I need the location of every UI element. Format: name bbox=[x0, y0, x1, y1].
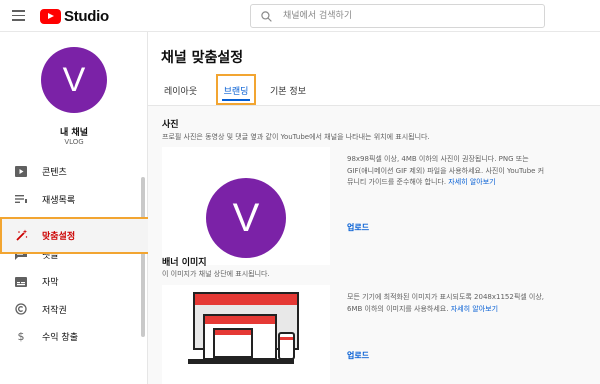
sidebar-item-copyright[interactable]: 저작권 bbox=[0, 296, 148, 324]
banner-preview bbox=[162, 285, 330, 384]
channel-subtitle: VLOG bbox=[64, 138, 84, 146]
channel-name: 내 채널 bbox=[60, 128, 88, 138]
banner-section-title: 배너 이미지 bbox=[162, 258, 207, 268]
logo-text: Studio bbox=[64, 7, 109, 25]
main-content: 채널 맞춤설정 레이아웃 브랜딩 기본 정보 사진 프로필 사진은 동영상 및 … bbox=[148, 32, 600, 384]
top-bar: Studio bbox=[0, 0, 600, 32]
sidebar-item-label: 수익 창출 bbox=[42, 333, 78, 344]
content-icon bbox=[14, 165, 28, 179]
sidebar-item-customization[interactable]: 맞춤설정 bbox=[0, 217, 158, 254]
subtitles-icon bbox=[14, 275, 28, 289]
search-box[interactable] bbox=[250, 4, 545, 28]
banner-section-desc: 이 이미지가 채널 상단에 표시됩니다. bbox=[162, 270, 270, 278]
tab-basic-info[interactable]: 기본 정보 bbox=[270, 76, 306, 105]
banner-upload-button[interactable]: 업로드 bbox=[347, 350, 369, 361]
main-header: 채널 맞춤설정 레이아웃 브랜딩 기본 정보 bbox=[148, 32, 600, 106]
sidebar-scrollbar[interactable] bbox=[141, 177, 145, 337]
sidebar: V 내 채널 VLOG 콘텐츠 재생목록 분석 댓글 자막 저작권 $ 수 bbox=[0, 32, 158, 384]
channel-avatar[interactable]: V bbox=[41, 47, 107, 113]
copyright-icon bbox=[14, 302, 28, 316]
tab-layout[interactable]: 레이아웃 bbox=[158, 76, 204, 105]
sidebar-item-content[interactable]: 콘텐츠 bbox=[0, 158, 148, 186]
sidebar-nav: 콘텐츠 재생목록 분석 댓글 자막 저작권 $ 수익 창출 bbox=[0, 158, 148, 351]
sidebar-item-label: 맞춤설정 bbox=[42, 232, 76, 242]
youtube-play-icon bbox=[40, 8, 61, 24]
photo-guidelines: 98x98픽셀 이상, 4MB 이하의 사진이 권장됩니다. PNG 또는 GI… bbox=[347, 154, 547, 189]
search-input[interactable] bbox=[283, 8, 533, 24]
youtube-studio-logo[interactable]: Studio bbox=[40, 6, 109, 26]
page-title: 채널 맞춤설정 bbox=[161, 50, 244, 66]
playlist-icon bbox=[14, 192, 28, 206]
sidebar-item-playlists[interactable]: 재생목록 bbox=[0, 186, 148, 214]
photo-section-title: 사진 bbox=[162, 120, 179, 130]
banner-devices-illustration bbox=[162, 285, 330, 384]
photo-guidelines-text: 98x98픽셀 이상, 4MB 이하의 사진이 권장됩니다. PNG 또는 GI… bbox=[347, 155, 545, 186]
dollar-icon: $ bbox=[17, 330, 25, 344]
sidebar-item-monetization[interactable]: $ 수익 창출 bbox=[0, 323, 148, 351]
photo-section-desc: 프로필 사진은 동영상 및 댓글 옆과 같이 YouTube에서 채널을 나타내… bbox=[162, 133, 430, 141]
banner-guidelines: 모든 기기에 최적화된 이미지가 표시되도록 2048x1152픽셀 이상, 6… bbox=[347, 292, 547, 315]
profile-photo: V bbox=[206, 178, 286, 258]
banner-learn-more-link[interactable]: 자세히 알아보기 bbox=[451, 305, 498, 313]
sidebar-item-label: 저작권 bbox=[42, 305, 67, 316]
tab-bar: 레이아웃 브랜딩 기본 정보 bbox=[158, 74, 306, 105]
photo-preview: V bbox=[162, 147, 330, 265]
photo-upload-button[interactable]: 업로드 bbox=[347, 222, 369, 233]
photo-learn-more-link[interactable]: 자세히 알아보기 bbox=[448, 178, 495, 186]
banner-guidelines-text: 모든 기기에 최적화된 이미지가 표시되도록 2048x1152픽셀 이상, 6… bbox=[347, 293, 545, 313]
search-icon bbox=[261, 11, 272, 22]
sidebar-item-label: 재생목록 bbox=[42, 195, 76, 206]
magic-wand-icon bbox=[14, 229, 28, 243]
sidebar-item-label: 자막 bbox=[42, 278, 59, 289]
sidebar-item-subtitles[interactable]: 자막 bbox=[0, 268, 148, 296]
menu-icon[interactable] bbox=[12, 10, 25, 21]
sidebar-item-label: 콘텐츠 bbox=[42, 168, 67, 179]
tab-branding[interactable]: 브랜딩 bbox=[216, 74, 256, 105]
